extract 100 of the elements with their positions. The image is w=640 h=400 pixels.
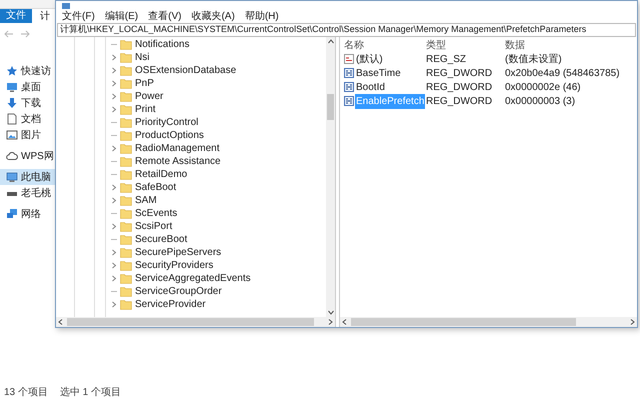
- folder-icon: [120, 182, 132, 193]
- folder-icon: [120, 208, 132, 219]
- string-value-icon: [344, 54, 354, 64]
- cloud-icon: [6, 150, 18, 162]
- nav-item[interactable]: 图片: [0, 127, 55, 143]
- column-header[interactable]: 数据: [505, 38, 525, 53]
- tree-item[interactable]: SecureBoot: [135, 232, 188, 247]
- monitor-icon: [6, 81, 18, 93]
- computer-icon: [6, 171, 18, 183]
- picture-icon: [6, 129, 18, 141]
- value-type: REG_DWORD: [426, 66, 494, 80]
- nav-item[interactable]: 文档: [0, 111, 55, 127]
- tree-item[interactable]: ScEvents: [135, 206, 178, 221]
- app-icon: [62, 3, 70, 9]
- tree-item[interactable]: Remote Assistance: [135, 154, 221, 169]
- scroll-thumb[interactable]: [351, 318, 576, 326]
- nav-item[interactable]: 快速访: [0, 63, 55, 79]
- tree-item[interactable]: Power: [135, 89, 164, 104]
- column-header[interactable]: 类型: [426, 38, 505, 53]
- folder-icon: [120, 65, 132, 76]
- horizontal-scrollbar[interactable]: [56, 317, 335, 327]
- nav-item[interactable]: 下载: [0, 95, 55, 111]
- scroll-left-icon[interactable]: [58, 319, 63, 325]
- tree-item[interactable]: PriorityControl: [135, 115, 198, 130]
- folder-icon: [120, 299, 132, 310]
- tree-item[interactable]: ServiceAggregatedEvents: [135, 271, 251, 286]
- vertical-scrollbar[interactable]: [326, 37, 335, 317]
- menu-item[interactable]: 收藏夹(A): [191, 8, 235, 24]
- file-tab[interactable]: 文件: [0, 9, 32, 23]
- scroll-up-icon[interactable]: [328, 39, 334, 44]
- folder-icon: [120, 78, 132, 89]
- menu-item[interactable]: 编辑(E): [104, 8, 138, 24]
- tree-item[interactable]: SafeBoot: [135, 180, 176, 195]
- binary-value-icon: [344, 68, 354, 78]
- back-arrow-icon[interactable]: [4, 30, 14, 38]
- nav-item[interactable]: WPS网: [0, 148, 55, 164]
- value-data: 0x20b0e4a9 (548463785): [505, 66, 620, 80]
- tree-item[interactable]: SAM: [135, 193, 157, 208]
- scroll-right-icon[interactable]: [328, 319, 333, 325]
- scroll-left-icon[interactable]: [342, 319, 347, 325]
- star-icon: [6, 65, 18, 77]
- tree-item[interactable]: SecurityProviders: [135, 258, 214, 273]
- tree-item[interactable]: PnP: [135, 76, 154, 91]
- binary-value-icon: [344, 82, 354, 92]
- folder-icon: [120, 273, 132, 284]
- tree-item[interactable]: ScsiPort: [135, 219, 172, 234]
- menu-item[interactable]: 查看(V): [148, 8, 182, 24]
- status-text: 选中 1 个项目: [60, 386, 122, 400]
- menu-item[interactable]: 文件(F): [62, 8, 95, 24]
- folder-icon: [120, 104, 132, 115]
- nav-item[interactable]: 桌面: [0, 79, 55, 95]
- folder-icon: [120, 39, 132, 50]
- network-icon: [6, 208, 18, 220]
- tree-item[interactable]: SecurePipeServers: [135, 245, 222, 260]
- value-type: REG_DWORD: [426, 80, 494, 94]
- document-icon: [6, 113, 18, 125]
- value-data: 0x00000003 (3): [505, 94, 576, 108]
- download-icon: [6, 97, 18, 109]
- tree-item[interactable]: RetailDemo: [135, 167, 188, 182]
- value-name[interactable]: BaseTime: [355, 66, 402, 80]
- tree-item[interactable]: Print: [135, 102, 156, 117]
- folder-icon: [120, 130, 132, 141]
- menu-item[interactable]: 帮助(H): [244, 8, 279, 24]
- folder-icon: [120, 260, 132, 271]
- value-name[interactable]: (默认): [355, 52, 384, 66]
- nav-item[interactable]: 网络: [0, 206, 55, 222]
- folder-icon: [120, 221, 132, 232]
- scroll-thumb[interactable]: [67, 318, 314, 326]
- value-type: REG_SZ: [426, 52, 468, 66]
- scroll-thumb[interactable]: [327, 94, 334, 120]
- tree-item[interactable]: ServiceGroupOrder: [135, 284, 222, 299]
- folder-icon: [120, 117, 132, 128]
- value-type: REG_DWORD: [426, 94, 494, 108]
- tree-item[interactable]: ServiceProvider: [135, 297, 206, 312]
- value-data: (数值未设置): [505, 52, 562, 66]
- horizontal-scrollbar[interactable]: [340, 317, 637, 327]
- tree-item[interactable]: ProductOptions: [135, 128, 204, 143]
- tree-item[interactable]: RadioManagement: [135, 141, 220, 156]
- folder-icon: [120, 169, 132, 180]
- ribbon-tab[interactable]: 计: [40, 8, 50, 24]
- folder-icon: [120, 143, 132, 154]
- tree-item[interactable]: Nsi: [135, 50, 150, 65]
- folder-icon: [120, 156, 132, 167]
- column-header[interactable]: 名称: [344, 38, 426, 53]
- folder-icon: [120, 195, 132, 206]
- nav-item[interactable]: 老毛桃: [0, 185, 55, 201]
- binary-value-icon: [344, 96, 354, 106]
- forward-arrow-icon[interactable]: [20, 30, 30, 38]
- address-bar[interactable]: 计算机\HKEY_LOCAL_MACHINE\SYSTEM\CurrentControlSet\Control\Session Manager\Memory Management\PrefetchParameters: [57, 23, 636, 37]
- status-text: 13 个项目: [4, 386, 48, 400]
- nav-item[interactable]: 此电脑: [0, 169, 55, 185]
- folder-icon: [120, 52, 132, 63]
- value-name[interactable]: BootId: [355, 80, 386, 94]
- value-data: 0x0000002e (46): [505, 80, 581, 94]
- folder-icon: [120, 91, 132, 102]
- scroll-right-icon[interactable]: [630, 319, 635, 325]
- scroll-down-icon[interactable]: [328, 310, 334, 315]
- tree-item[interactable]: Notifications: [135, 37, 190, 52]
- folder-icon: [120, 286, 132, 297]
- tree-item[interactable]: OSExtensionDatabase: [135, 63, 236, 78]
